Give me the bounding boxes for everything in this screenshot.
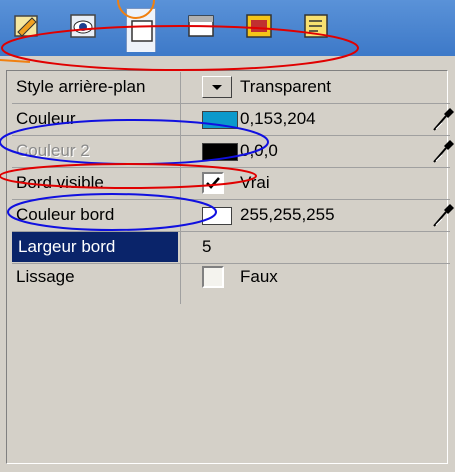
- tab-panel[interactable]: [186, 10, 216, 42]
- property-label: Couleur bord: [16, 205, 115, 224]
- property-row-smoothing[interactable]: Lissage Faux: [12, 262, 450, 294]
- property-row-color[interactable]: Couleur 0,153,204: [12, 104, 454, 136]
- color-swatch[interactable]: [202, 207, 232, 225]
- eye-icon: [70, 14, 96, 38]
- property-label: Lissage: [16, 267, 75, 286]
- tab-properties-general[interactable]: [12, 10, 42, 42]
- eyedropper-icon: [433, 204, 454, 227]
- color-picker-button[interactable]: [428, 104, 455, 134]
- property-value: Vrai: [240, 173, 270, 192]
- property-row-border-visible[interactable]: Bord visible Vrai: [12, 168, 450, 200]
- eyedropper-icon: [433, 140, 454, 163]
- property-row-background-style[interactable]: Style arrière-plan Transparent: [12, 72, 450, 104]
- property-row-border-color[interactable]: Couleur bord 255,255,255: [12, 200, 454, 232]
- property-value: 0,153,204: [240, 109, 316, 128]
- color-swatch[interactable]: [202, 143, 238, 161]
- dropdown-button[interactable]: [202, 76, 232, 98]
- property-row-color-2[interactable]: Couleur 2 0,0,0: [12, 136, 454, 168]
- tab-border[interactable]: [126, 8, 156, 52]
- panel-icon: [188, 15, 214, 37]
- checkmark-icon: [206, 177, 220, 189]
- property-label: Couleur: [16, 109, 76, 128]
- property-value: 0,0,0: [240, 141, 278, 160]
- color-swatch[interactable]: [202, 111, 238, 129]
- property-label: Couleur 2: [16, 141, 90, 160]
- color-picker-button[interactable]: [428, 200, 455, 230]
- folder-edit-icon: [14, 15, 38, 37]
- note-icon: [304, 14, 328, 38]
- eyedropper-icon: [433, 108, 454, 131]
- property-toolbar: [0, 0, 455, 56]
- checkbox[interactable]: [202, 172, 224, 194]
- property-label: Largeur bord: [12, 232, 178, 262]
- chevron-down-icon: [212, 85, 222, 90]
- property-value[interactable]: 5: [202, 237, 211, 257]
- property-value: Faux: [240, 267, 278, 286]
- property-row-border-width[interactable]: Largeur bord 5: [12, 232, 450, 264]
- window-icon: [246, 14, 272, 38]
- property-value: 255,255,255: [240, 205, 335, 224]
- property-value: Transparent: [240, 77, 332, 96]
- tab-notes[interactable]: [302, 10, 332, 42]
- checkbox[interactable]: [202, 266, 224, 288]
- color-picker-button[interactable]: [428, 136, 455, 166]
- property-label: Style arrière-plan: [16, 77, 146, 96]
- frame-icon: [131, 20, 153, 42]
- tab-window[interactable]: [244, 10, 274, 42]
- property-label: Bord visible: [16, 173, 104, 192]
- tab-visibility[interactable]: [68, 10, 98, 42]
